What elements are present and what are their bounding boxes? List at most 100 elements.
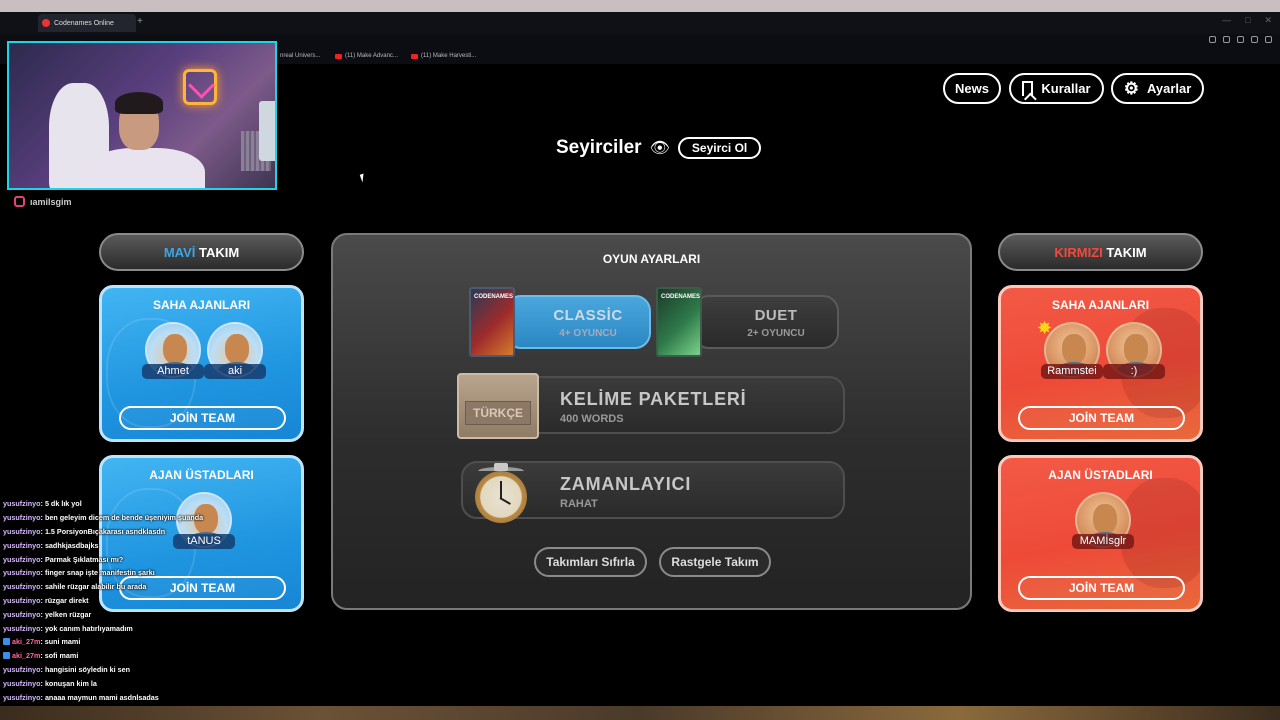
chat-message: yusufzinyo: ben geleyim dicem de bende ü…	[3, 511, 253, 525]
bookmark-item[interactable]: nreal Univers...	[280, 53, 320, 59]
blue-field-join-team-button[interactable]: JOİN TEAM	[119, 406, 286, 430]
mode-subtitle: 2+ OYUNCU	[747, 328, 805, 339]
tab-codenames[interactable]: Codenames Online	[38, 14, 136, 32]
new-tab-icon[interactable]: +	[137, 16, 143, 27]
chat-message: yusufzinyo: anaaa maymun mami asdnlsadas	[3, 690, 253, 704]
game-settings-title: OYUN AYARLARI	[602, 252, 701, 266]
chat-text: anaaa maymun mami asdnlsadas	[44, 692, 159, 702]
spectate-button[interactable]: Seyirci Ol	[677, 137, 762, 159]
bookmark-label: (11) Make Harvesti...	[421, 53, 477, 59]
chat-text: Parmak Şıklatması mı?	[44, 554, 124, 564]
classic-box-art: CODENAMES	[469, 287, 515, 357]
chat-message: yusufzinyo: Parmak Şıklatması mı?	[3, 552, 253, 566]
settings-button[interactable]: ⚙ Ayarlar	[1111, 73, 1204, 104]
duet-mode-option[interactable]: DUET 2+ OYUNCU	[693, 295, 839, 349]
gear-icon: ⚙	[1123, 79, 1139, 98]
chat-username: yusufzinyo	[3, 554, 41, 564]
timer-subtitle: RAHAT	[560, 498, 598, 510]
chat-message: yusufzinyo: sahile rüzgar alabilir bu ar…	[3, 580, 253, 594]
word-pack-label: TÜRKÇE	[465, 401, 531, 425]
extension-icon[interactable]	[1251, 36, 1258, 43]
eye-icon: 👁	[649, 140, 670, 157]
duet-box-art: CODENAMES	[656, 287, 702, 357]
word-packs-subtitle: 400 WORDS	[560, 413, 624, 425]
youtube-icon	[335, 53, 342, 59]
bookmark-label: (11) Make Advanc...	[345, 53, 398, 59]
word-packs-title: KELİME PAKETLERİ	[560, 389, 747, 409]
mode-title: DUET	[754, 307, 798, 324]
classic-mode-option[interactable]: CLASSİC 4+ OYUNCU	[505, 295, 651, 349]
red-field-join-team-button[interactable]: JOİN TEAM	[1018, 406, 1185, 430]
red-spymasters-card: AJAN ÜSTADLARI MAMİsglr JOİN TEAM	[998, 455, 1203, 612]
join-team-label: JOİN TEAM	[1068, 581, 1135, 595]
rules-label: Kurallar	[1041, 81, 1091, 96]
bookmark-item[interactable]: (11) Make Harvesti...	[411, 53, 476, 59]
blue-field-agents-card: SAHA AJANLARI Ahmet aki JOİN TEAM	[99, 285, 304, 442]
chat-text: finger snap işte manifestin şarkı	[44, 568, 155, 578]
background-strip	[0, 706, 1280, 720]
chat-text: 1.5 PorsiyonBıçakarası asndklasdn	[44, 526, 166, 536]
game-settings-panel: OYUN AYARLARI CLASSİC 4+ OYUNCU CODENAME…	[331, 233, 972, 610]
join-team-label: JOİN TEAM	[1068, 411, 1135, 425]
instagram-icon	[14, 196, 25, 207]
chat-text: konuşan kim la	[44, 678, 97, 688]
chat-text: yok canım hatırlıyamadım	[44, 623, 133, 633]
timer-option[interactable]: ZAMANLAYICI RAHAT	[461, 461, 845, 523]
extension-icon[interactable]	[1265, 36, 1272, 43]
chat-message: yusufzinyo: konuşan kim la	[3, 676, 253, 690]
card-watermark	[1120, 478, 1200, 588]
random-team-label: Rastgele Takım	[671, 555, 759, 569]
chat-text: suni mami	[44, 637, 81, 647]
blue-team-color-word: MAVİ	[163, 244, 196, 260]
player-avatar: Ahmet	[142, 322, 204, 380]
chat-text: rüzgar direkt	[44, 595, 89, 605]
chat-username: yusufzinyo	[3, 526, 41, 536]
settings-label: Ayarlar	[1146, 81, 1192, 96]
bookmark-label: nreal Univers...	[280, 53, 321, 59]
extension-icon[interactable]	[1223, 36, 1230, 43]
player-avatar: :)	[1103, 322, 1165, 380]
subscriber-badge-icon	[3, 638, 10, 646]
chat-message: yusufzinyo: 1.5 PorsiyonBıçakarası asndk…	[3, 525, 253, 539]
word-packs-option[interactable]: TÜRKÇE KELİME PAKETLERİ 400 WORDS	[457, 373, 845, 439]
maximize-icon[interactable]: □	[1245, 15, 1250, 26]
extension-icon[interactable]	[1237, 36, 1244, 43]
subscriber-badge-icon	[3, 652, 10, 660]
player-avatar: ✸ Rammstei	[1037, 318, 1103, 380]
codenames-favicon-icon	[42, 19, 50, 27]
bookmark-item[interactable]: (11) Make Advanc...	[335, 53, 398, 59]
streamer	[85, 88, 205, 188]
minimize-icon[interactable]: —	[1222, 15, 1231, 26]
chat-text: yelken rüzgar	[44, 609, 92, 619]
chat-username: yusufzinyo	[3, 664, 41, 674]
blue-team-header: MAVİ TAKIM	[99, 233, 304, 271]
player-avatar: MAMİsglr	[1072, 492, 1134, 550]
blue-field-agents-title: SAHA AJANLARI	[152, 298, 251, 312]
chat-message: yusufzinyo: 5 dk lık yol	[3, 497, 253, 511]
random-team-button[interactable]: Rastgele Takım	[659, 547, 771, 577]
chat-message: yusufzinyo: rüzgar direkt	[3, 594, 253, 608]
webcam-overlay	[7, 41, 277, 190]
mode-subtitle: 4+ OYUNCU	[559, 328, 617, 339]
news-button[interactable]: News	[943, 73, 1001, 104]
rules-button[interactable]: Kurallar	[1009, 73, 1104, 104]
spectate-label: Seyirci Ol	[691, 141, 748, 155]
red-team-color-word: KIRMIZI	[1054, 244, 1103, 260]
spectators-title: Seyirciler	[556, 137, 642, 158]
extension-icon[interactable]	[1209, 36, 1216, 43]
red-spy-join-team-button[interactable]: JOİN TEAM	[1018, 576, 1185, 600]
news-label: News	[955, 81, 989, 96]
window-controls: — □ ✕	[1222, 15, 1272, 26]
tab-bar: Codenames Online + — □ ✕	[0, 12, 1280, 34]
player-name: aki	[204, 364, 266, 379]
star-icon: ✸	[1037, 318, 1053, 338]
chat-username: yusufzinyo	[3, 513, 41, 523]
chat-username: aki_27m	[12, 637, 41, 647]
chat-text: ben geleyim dicem de bende üşeniyim şuan…	[44, 513, 204, 523]
tab-title: Codenames Online	[54, 19, 114, 27]
box-art-label: CODENAMES	[661, 294, 701, 300]
close-icon[interactable]: ✕	[1264, 15, 1272, 26]
chat-text: sahile rüzgar alabilir bu arada	[44, 582, 147, 592]
chat-message: aki_27m: sofi mami	[3, 649, 253, 663]
reset-teams-button[interactable]: Takımları Sıfırla	[534, 547, 647, 577]
